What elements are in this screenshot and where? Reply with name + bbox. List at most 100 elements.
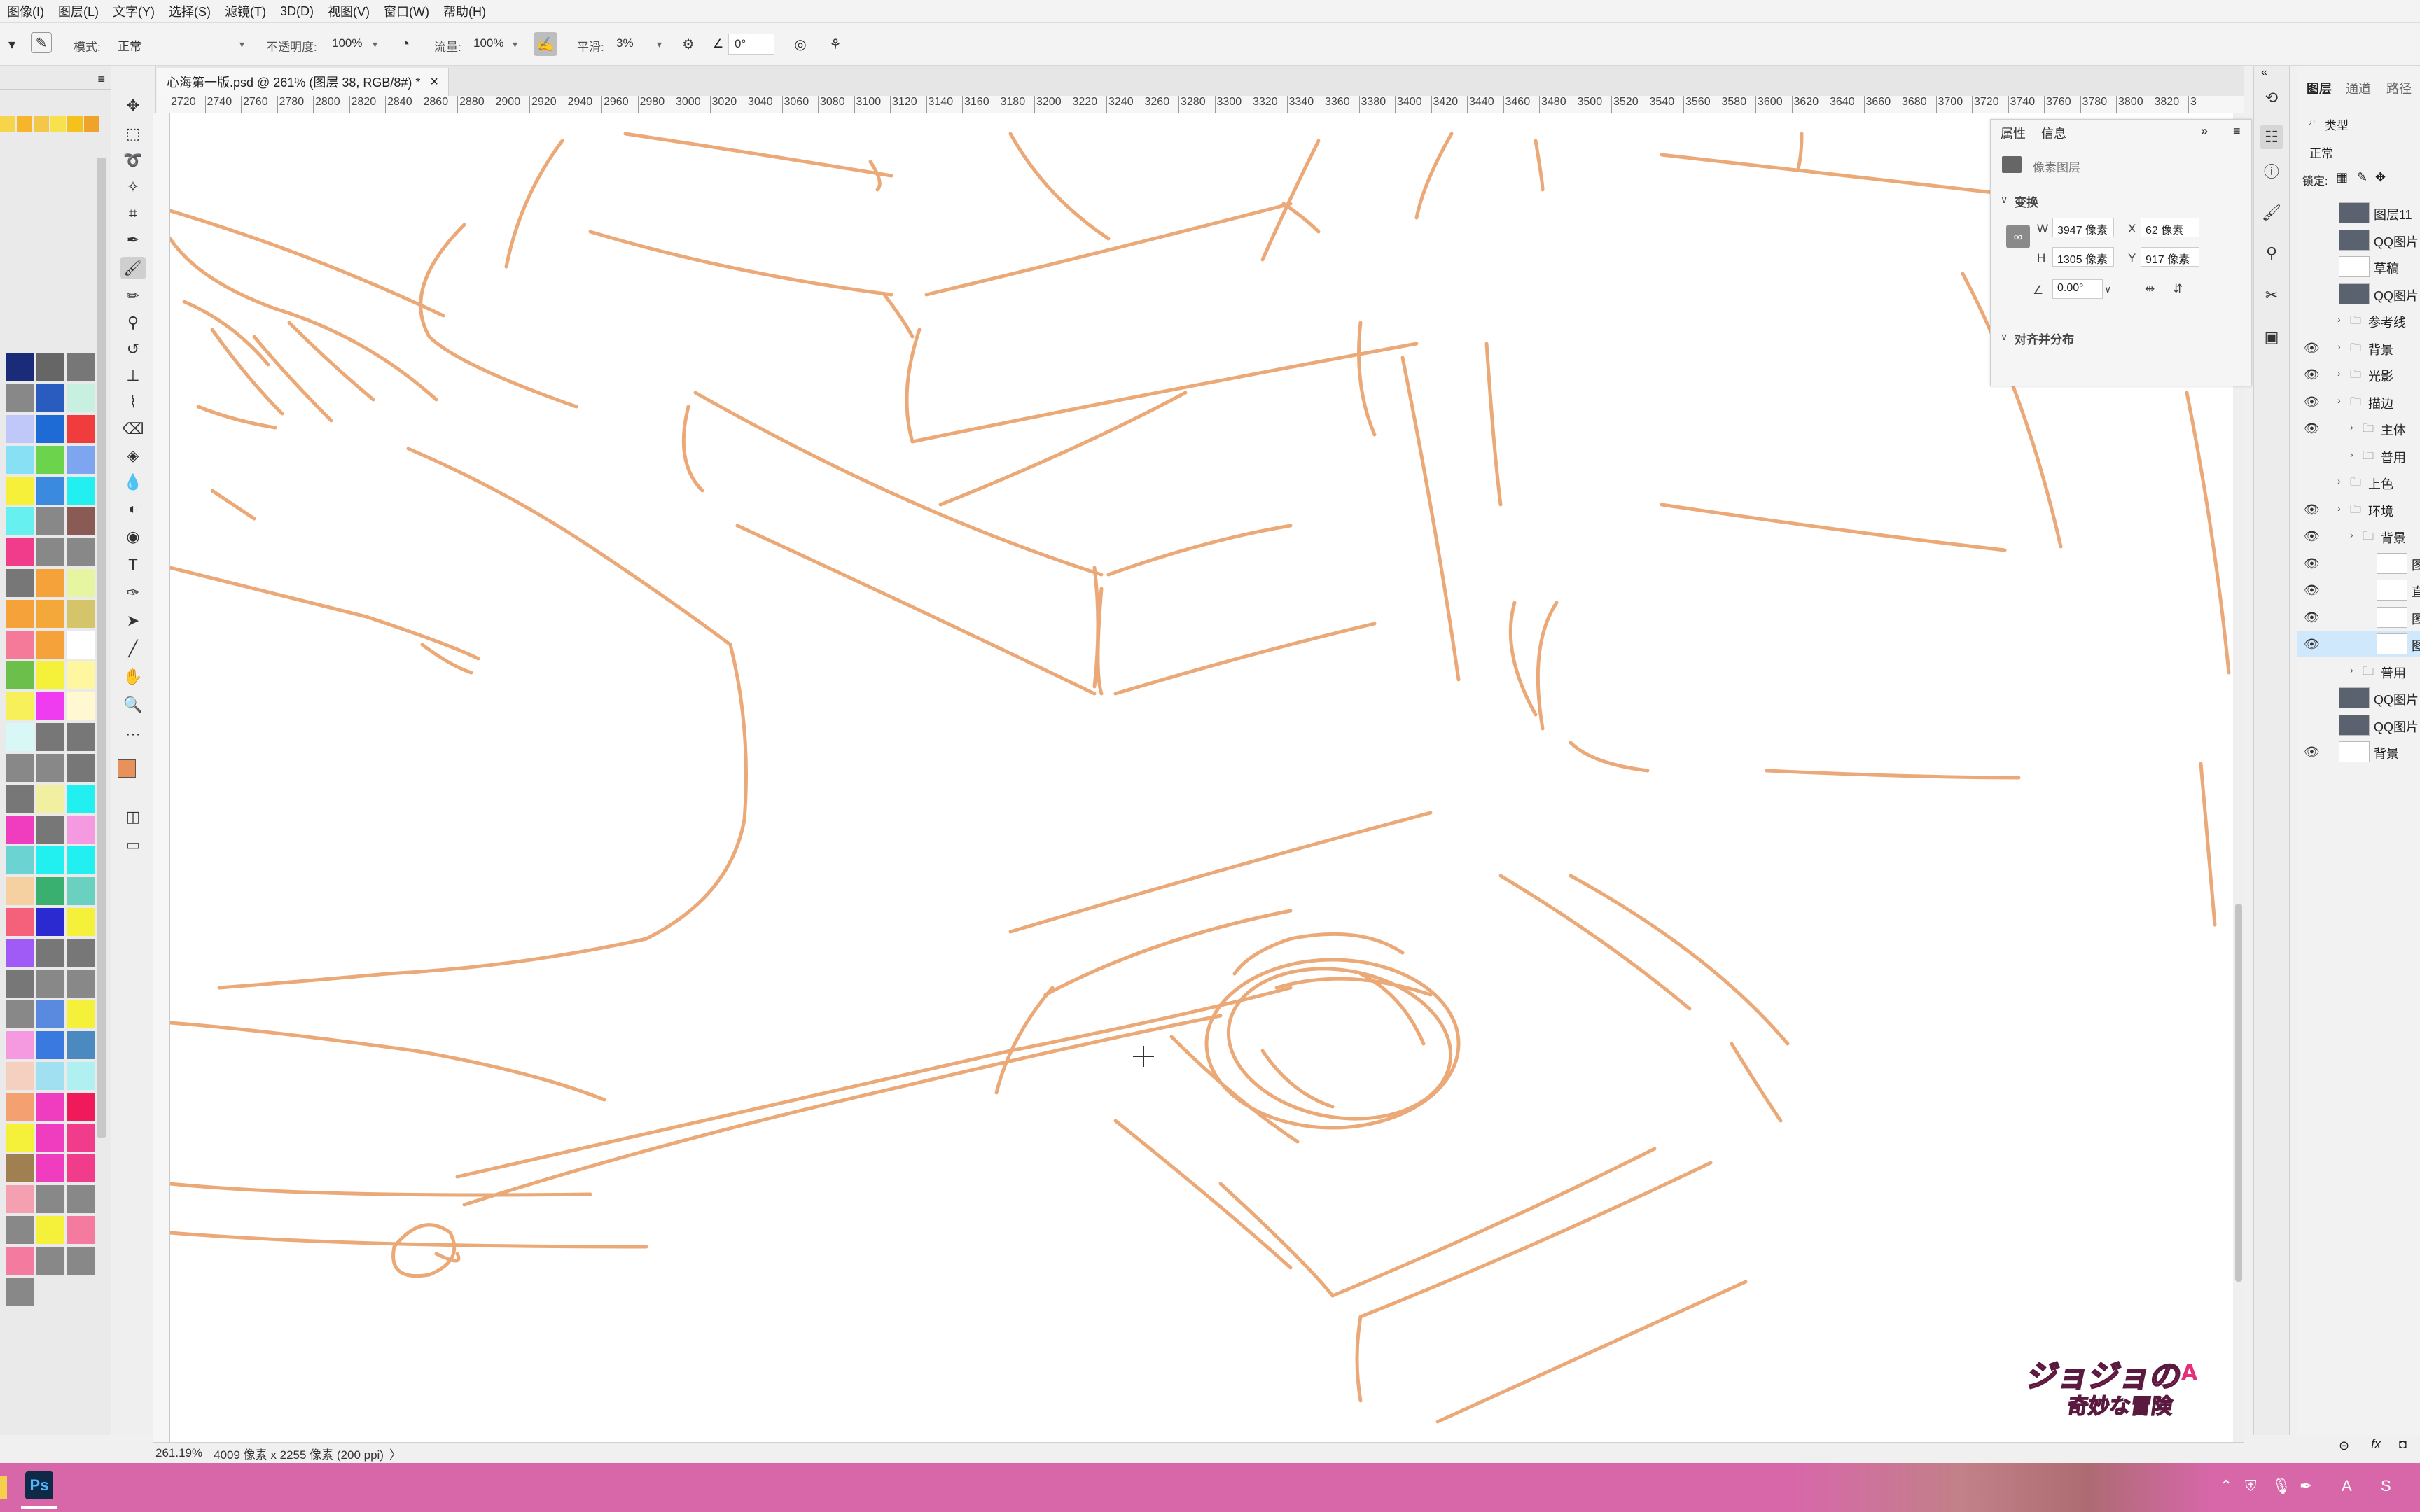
swatch[interactable] — [67, 600, 95, 628]
layer-row[interactable]: 👁 背景 — [2297, 738, 2420, 765]
swatch[interactable] — [6, 877, 34, 905]
layer-row[interactable]: 👁 › 🗀 环境 — [2297, 496, 2420, 523]
width-field[interactable]: 3947 像素 — [2052, 218, 2114, 237]
swatch[interactable] — [36, 477, 64, 505]
swatch[interactable] — [67, 115, 83, 132]
lock-position-icon[interactable]: ✥ — [2375, 170, 2386, 185]
chevron-down-icon[interactable]: ▾ — [657, 38, 662, 50]
swatch[interactable] — [36, 446, 64, 474]
hand-tool-icon[interactable]: ✋ — [120, 666, 146, 688]
zoom-tool-icon[interactable]: 🔍 — [120, 694, 146, 716]
swatch[interactable] — [67, 1000, 95, 1028]
swatch[interactable] — [67, 1216, 95, 1244]
chevron-down-icon[interactable]: ▾ — [513, 38, 517, 50]
pen-tool-icon[interactable]: ✑ — [120, 582, 146, 604]
swatch[interactable] — [6, 785, 34, 813]
swatch[interactable] — [36, 415, 64, 443]
shield-icon[interactable]: ⛨ — [2245, 1477, 2257, 1495]
expand-arrow-icon[interactable]: › — [2350, 529, 2353, 540]
swatch[interactable] — [36, 939, 64, 967]
swatch[interactable] — [84, 115, 99, 132]
swatch[interactable] — [67, 538, 95, 566]
marquee-tool-icon[interactable]: ⬚ — [120, 122, 146, 145]
layer-row[interactable]: 草稿 — [2297, 253, 2420, 280]
swatch[interactable] — [36, 1154, 64, 1182]
swatch[interactable] — [67, 569, 95, 597]
swatch[interactable] — [6, 1247, 34, 1275]
swatch[interactable] — [6, 1093, 34, 1121]
swatch[interactable] — [6, 507, 34, 536]
expand-arrow-icon[interactable]: › — [2350, 449, 2353, 460]
swatch[interactable] — [6, 600, 34, 628]
eye-icon[interactable]: 👁 — [2304, 637, 2320, 652]
quick-select-icon[interactable]: ✧ — [120, 176, 146, 198]
menu-icon[interactable]: ≡ — [97, 72, 105, 87]
swatch[interactable] — [36, 877, 64, 905]
y-field[interactable]: 917 像素 — [2141, 247, 2199, 267]
swatch[interactable] — [67, 446, 95, 474]
layer-row[interactable]: QQ图片 — [2297, 685, 2420, 711]
chevron-down-icon[interactable]: ∨ — [2001, 194, 2008, 206]
mixer-brush-icon[interactable]: ⌇ — [120, 391, 146, 414]
swatch[interactable] — [36, 692, 64, 720]
layer-row[interactable]: 👁 › 🗀 描边 — [2297, 388, 2420, 415]
swatch[interactable] — [36, 1031, 64, 1059]
swatch[interactable] — [6, 1154, 34, 1182]
chevron-down-icon[interactable]: ∨ — [2001, 331, 2008, 343]
layer-row[interactable]: › 🗀 参考线 — [2297, 307, 2420, 334]
expand-arrow-icon[interactable]: › — [2350, 664, 2353, 676]
swatch[interactable] — [36, 908, 64, 936]
eye-icon[interactable]: 👁 — [2304, 610, 2320, 625]
swatch[interactable] — [36, 723, 64, 751]
layer-row[interactable]: QQ图片 — [2297, 281, 2420, 307]
swatch[interactable] — [6, 1124, 34, 1152]
eye-icon[interactable]: 👁 — [2304, 529, 2320, 544]
taskbar-app-icon[interactable] — [0, 1476, 7, 1499]
swatch[interactable] — [67, 1124, 95, 1152]
x-field[interactable]: 62 像素 — [2141, 218, 2199, 237]
flip-vertical-icon[interactable]: ⇵ — [2173, 282, 2183, 296]
swatch[interactable] — [6, 1185, 34, 1213]
swatch[interactable] — [67, 939, 95, 967]
move-tool-icon[interactable]: ✥ — [120, 94, 146, 117]
mode-select[interactable]: 正常 — [112, 34, 252, 55]
smoothing-field[interactable]: 3% — [611, 34, 660, 55]
layer-row[interactable]: › 🗀 上色 — [2297, 469, 2420, 496]
swatch[interactable] — [6, 754, 34, 782]
eraser-icon[interactable]: ⌫ — [120, 418, 146, 440]
clone-source-icon[interactable]: ⚲ — [2260, 241, 2283, 265]
tool-preset-chevron-icon[interactable]: ▾ — [0, 32, 24, 56]
tab-document[interactable]: 心海第一版.psd @ 261% (图层 38, RGB/8#) * × — [157, 68, 450, 96]
history-icon[interactable]: ⟲ — [2260, 86, 2283, 110]
swatch[interactable] — [67, 785, 95, 813]
swatch[interactable] — [0, 115, 15, 132]
layer-row[interactable]: QQ图片 — [2297, 712, 2420, 738]
height-field[interactable]: 1305 像素 — [2052, 247, 2114, 267]
chevron-up-icon[interactable]: ⌃ — [2220, 1477, 2232, 1495]
swatch[interactable] — [67, 1093, 95, 1121]
expand-arrow-icon[interactable]: › — [2337, 475, 2341, 486]
pressure-size-icon[interactable]: ◎ — [788, 32, 812, 56]
swatch[interactable] — [50, 115, 66, 132]
swatch[interactable] — [67, 969, 95, 997]
eye-icon[interactable]: 👁 — [2304, 368, 2320, 382]
blur-tool-icon[interactable]: 💧 — [120, 471, 146, 493]
swatch[interactable] — [36, 816, 64, 844]
layer-row[interactable]: 👁 › 🗀 主体 — [2297, 415, 2420, 442]
layer-row[interactable]: 图层11 — [2297, 200, 2420, 226]
swatch[interactable] — [67, 1062, 95, 1090]
tab-properties[interactable]: 属性 — [2001, 124, 2026, 142]
dodge-tool-icon[interactable]: ◐ — [120, 498, 146, 520]
swatch[interactable] — [67, 662, 95, 690]
menu-image[interactable]: 图像(I) — [0, 2, 51, 20]
flip-horizontal-icon[interactable]: ⇹ — [2145, 282, 2155, 296]
swatch[interactable] — [67, 1154, 95, 1182]
collapse-icon[interactable]: » — [2201, 124, 2208, 139]
brush-icon[interactable]: 🖌 — [2260, 201, 2283, 225]
swatch[interactable] — [36, 1093, 64, 1121]
menu-type[interactable]: 文字(Y) — [106, 2, 162, 20]
expand-arrow-icon[interactable]: › — [2337, 314, 2341, 325]
notes-icon[interactable]: ▣ — [2260, 326, 2283, 349]
swatch[interactable] — [6, 1216, 34, 1244]
layer-row[interactable]: › 🗀 普用 — [2297, 658, 2420, 685]
